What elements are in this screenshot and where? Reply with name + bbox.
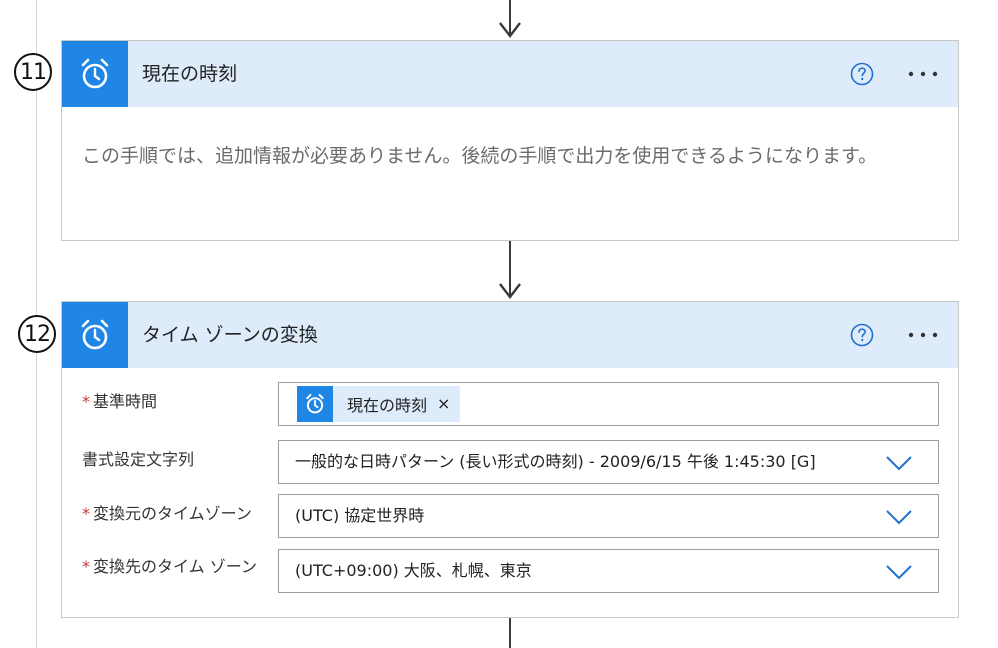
dynamic-content-token[interactable]: 現在の時刻 × — [297, 386, 461, 422]
action-card-title: タイム ゾーンの変換 — [142, 324, 318, 346]
more-options-icon[interactable] — [906, 323, 940, 347]
chevron-down-icon[interactable] — [886, 455, 912, 471]
base-time-input[interactable]: 現在の時刻 × — [278, 382, 939, 426]
action-card-info-text: この手順では、追加情報が必要ありません。後続の手順で出力を使用できるようになりま… — [82, 145, 878, 167]
connector-line-bottom — [509, 618, 511, 648]
token-label: 現在の時刻 — [347, 396, 428, 415]
required-marker: * — [82, 504, 90, 523]
format-string-dropdown[interactable]: 一般的な日時パターン (長い形式の時刻) - 2009/6/15 午後 1:45… — [278, 440, 939, 484]
source-time-zone-dropdown[interactable]: (UTC) 協定世界時 — [278, 494, 939, 538]
format-string-value: 一般的な日時パターン (長い形式の時刻) - 2009/6/15 午後 1:45… — [295, 452, 816, 471]
action-card-title: 現在の時刻 — [142, 63, 238, 85]
action-card-current-time: 現在の時刻 この手順では、追加情報が必要ありません。後続の手順で出力を使用できる… — [61, 40, 959, 241]
alarm-clock-icon — [62, 41, 128, 107]
destination-time-zone-dropdown[interactable]: (UTC+09:00) 大阪、札幌、東京 — [278, 549, 939, 593]
field-label-source-time-zone: * 変換元のタイムゾーン — [82, 504, 252, 523]
step-number-12: 12 — [18, 315, 56, 353]
more-options-icon[interactable] — [906, 62, 940, 86]
step-number-11: 11 — [14, 53, 52, 91]
help-circle-icon[interactable] — [850, 62, 874, 86]
alarm-clock-icon — [297, 386, 333, 422]
source-time-zone-value: (UTC) 協定世界時 — [295, 506, 425, 525]
token-remove-icon[interactable]: × — [437, 396, 450, 412]
alarm-clock-icon — [62, 302, 128, 368]
field-label-base-time: * 基準時間 — [82, 392, 158, 411]
field-label-destination-time-zone: * 変換先のタイム ゾーン — [82, 557, 257, 576]
action-card-header[interactable]: タイム ゾーンの変換 — [62, 302, 958, 368]
chevron-down-icon[interactable] — [886, 564, 912, 580]
action-card-header[interactable]: 現在の時刻 — [62, 41, 958, 107]
field-label-format-string: 書式設定文字列 — [82, 450, 195, 469]
chevron-down-icon[interactable] — [886, 509, 912, 525]
help-circle-icon[interactable] — [850, 323, 874, 347]
required-marker: * — [82, 557, 90, 576]
arrow-down-icon — [499, 22, 521, 38]
required-marker: * — [82, 392, 90, 411]
arrow-down-icon — [499, 283, 521, 299]
destination-time-zone-value: (UTC+09:00) 大阪、札幌、東京 — [295, 561, 532, 580]
action-card-convert-time-zone: タイム ゾーンの変換 * 基準時間 現在の時刻 × 書式設定文字列 一般的な日時… — [61, 301, 959, 618]
